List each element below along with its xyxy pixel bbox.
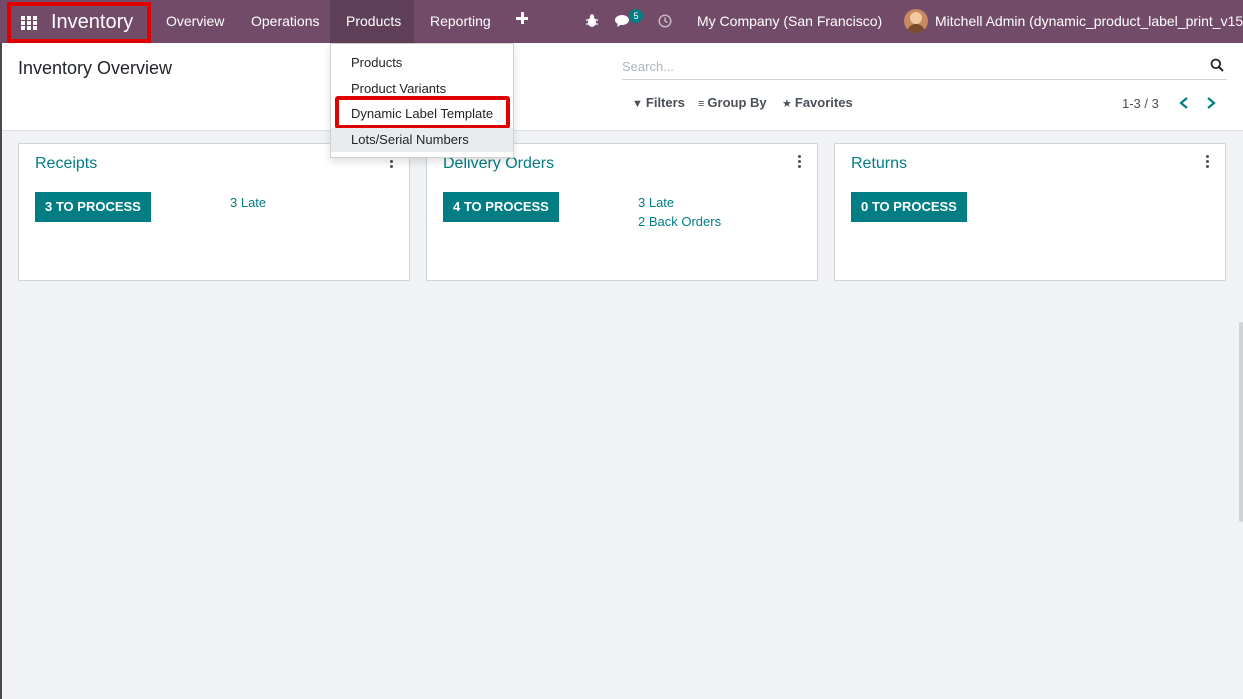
page-scrollbar[interactable] — [1239, 322, 1243, 522]
search-input[interactable] — [622, 56, 1202, 76]
menu-products[interactable]: Products — [330, 0, 414, 43]
filters-button[interactable]: ▼ Filters — [632, 95, 685, 110]
highlight-box — [335, 96, 510, 129]
app-title[interactable]: Inventory — [51, 11, 133, 34]
menu-reporting[interactable]: Reporting — [414, 0, 507, 43]
delivery-late-link[interactable]: 3 Late — [638, 195, 674, 210]
receipts-process-button[interactable]: 3 TO PROCESS — [35, 192, 151, 222]
kebab-menu-icon[interactable] — [1205, 155, 1211, 169]
star-icon: ★ — [782, 98, 792, 110]
group-by-button[interactable]: ≡ Group By — [698, 95, 767, 110]
apps-icon[interactable] — [21, 16, 39, 30]
receipts-late-link[interactable]: 3 Late — [230, 195, 266, 210]
list-icon: ≡ — [698, 98, 705, 110]
message-count-badge: 5 — [629, 9, 643, 23]
dropdown-item-products[interactable]: Products — [351, 55, 402, 70]
favorites-label: Favorites — [794, 95, 853, 110]
pager-value[interactable]: 1-3 / 3 — [1122, 96, 1159, 111]
chevron-right-icon[interactable] — [1204, 95, 1218, 111]
search-bar[interactable] — [622, 52, 1227, 80]
page-title: Inventory Overview — [18, 58, 173, 78]
group-by-label: Group By — [707, 95, 767, 110]
control-panel: Inventory Overview ▼Filters ≡Group By ★F… — [0, 43, 1243, 131]
dropdown-item-product-variants[interactable]: Product Variants — [351, 81, 446, 96]
company-switcher[interactable]: My Company (San Francisco) — [697, 0, 882, 43]
user-menu[interactable]: Mitchell Admin (dynamic_product_label_pr… — [935, 0, 1243, 43]
card-title-receipts[interactable]: Receipts — [35, 155, 97, 173]
returns-process-button[interactable]: 0 TO PROCESS — [851, 192, 967, 222]
user-avatar[interactable] — [904, 9, 928, 33]
favorites-button[interactable]: ★ Favorites — [782, 95, 853, 110]
menu-operations[interactable]: Operations — [235, 0, 335, 43]
card-title-returns[interactable]: Returns — [851, 155, 907, 173]
delivery-process-button[interactable]: 4 TO PROCESS — [443, 192, 559, 222]
filter-icon: ▼ — [632, 98, 643, 110]
returns-card: Returns 0 TO PROCESS — [834, 143, 1226, 281]
top-navbar: Inventory Overview Operations Products R… — [0, 0, 1243, 43]
dropdown-item-lots-serial-numbers[interactable]: Lots/Serial Numbers — [331, 128, 513, 152]
window-edge — [0, 43, 2, 699]
delivery-back-orders-link[interactable]: 2 Back Orders — [638, 214, 721, 229]
chevron-left-icon[interactable] — [1177, 95, 1191, 111]
menu-overview[interactable]: Overview — [150, 0, 240, 43]
receipts-card: Receipts 3 TO PROCESS 3 Late — [18, 143, 410, 281]
plus-icon[interactable] — [516, 12, 528, 24]
bug-icon[interactable] — [585, 13, 599, 29]
search-icon[interactable] — [1210, 58, 1224, 72]
products-dropdown-menu: Products Product Variants Dynamic Label … — [330, 43, 514, 158]
clock-icon[interactable] — [658, 14, 672, 28]
delivery-orders-card: Delivery Orders 4 TO PROCESS 3 Late 2 Ba… — [426, 143, 818, 281]
kebab-menu-icon[interactable] — [797, 155, 803, 169]
filters-label: Filters — [645, 95, 685, 110]
app-brand-highlight: Inventory — [7, 2, 151, 43]
